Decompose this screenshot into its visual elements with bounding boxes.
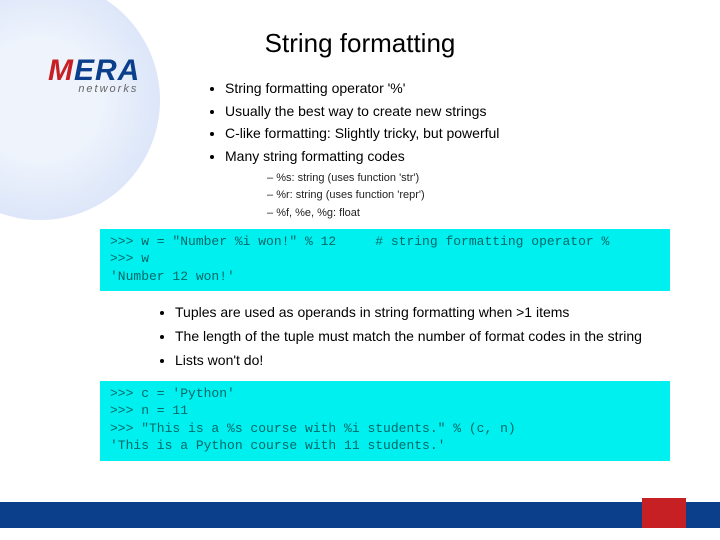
sub-list: %s: string (uses function 'str') %r: str… [267,170,720,223]
footer-accent [642,498,686,528]
list-item: C-like formatting: Slightly tricky, but … [225,123,720,145]
footer-bar [0,502,720,528]
code-block-2: >>> c = 'Python' >>> n = 11 >>> "This is… [100,381,670,461]
code-block-1: >>> w = "Number %i won!" % 12 # string f… [100,229,670,292]
list-item: Usually the best way to create new strin… [225,101,720,123]
bullet-list-1: String formatting operator '%' Usually t… [225,78,720,223]
list-item: Lists won't do! [175,349,720,373]
list-item: String formatting operator '%' [225,78,720,100]
page-title: String formatting [0,28,720,59]
slide-content: String formatting operator '%' Usually t… [0,78,720,500]
bullet-list-2: Tuples are used as operands in string fo… [175,301,720,372]
list-item: %r: string (uses function 'repr') [267,187,720,205]
list-item: %s: string (uses function 'str') [267,170,720,188]
list-item-label: Many string formatting codes [225,148,405,164]
list-item: Many string formatting codes %s: string … [225,146,720,222]
list-item: The length of the tuple must match the n… [175,325,720,349]
list-item: %f, %e, %g: float [267,205,720,223]
list-item: Tuples are used as operands in string fo… [175,301,720,325]
